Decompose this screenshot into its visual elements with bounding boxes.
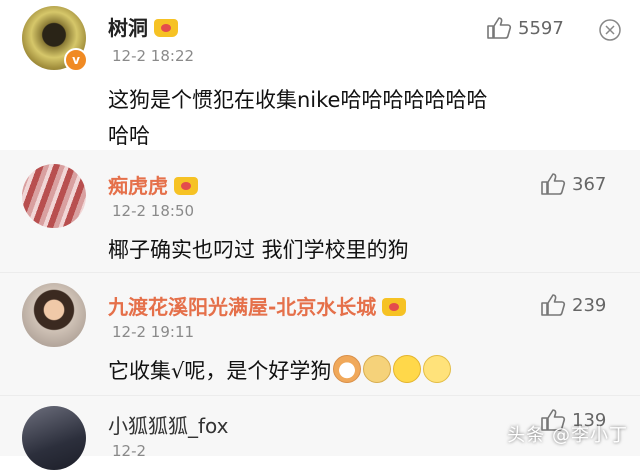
grin-emoji-icon xyxy=(423,355,452,383)
comment-text-content: 它收集√呢，是个好学狗 xyxy=(108,359,332,383)
comment-timestamp: 12-2 18:22 xyxy=(112,47,195,65)
username-text[interactable]: 九渡花溪阳光满屋-北京水长城 xyxy=(108,295,376,319)
doge-emoji-icon xyxy=(363,355,392,383)
like-count: 367 xyxy=(572,173,607,195)
like-button[interactable]: 239 xyxy=(540,293,606,317)
like-count: 5597 xyxy=(518,17,564,39)
comment-text-line: 这狗是个惯犯在收集nike哈哈哈哈哈哈哈 xyxy=(108,88,488,112)
comment-timestamp: 12-2 xyxy=(112,442,147,460)
username-text[interactable]: 树洞 xyxy=(108,16,148,40)
comment-username[interactable]: 痴虎虎 xyxy=(108,170,198,199)
thumb-up-icon xyxy=(541,294,566,316)
laugh-cry-emoji-icon xyxy=(393,355,422,383)
avatar[interactable] xyxy=(22,164,86,228)
comment-username[interactable]: 小狐狐狐_fox xyxy=(108,410,229,439)
thumb-up-icon xyxy=(541,173,566,195)
comment-timestamp: 12-2 18:50 xyxy=(112,202,195,220)
more-menu-icon[interactable] xyxy=(598,18,622,42)
thumb-up-icon xyxy=(487,17,512,39)
comment-text: 椰子确实也叼过 我们学校里的狗 xyxy=(108,238,409,262)
comment-item: v 树洞 12-2 18:22 5597 这狗是个惯犯在收集nike哈哈哈哈哈哈… xyxy=(0,0,640,150)
comment-timestamp: 12-2 19:11 xyxy=(112,323,195,341)
like-count: 239 xyxy=(572,294,607,316)
like-button[interactable]: 367 xyxy=(540,172,606,196)
avatar[interactable] xyxy=(22,283,86,347)
comment-text: 它收集√呢，是个好学狗 xyxy=(108,353,452,389)
avatar[interactable] xyxy=(22,406,86,470)
like-button[interactable]: 5597 xyxy=(486,16,564,40)
vip-crown-icon xyxy=(382,298,407,316)
comment-text: 这狗是个惯犯在收集nike哈哈哈哈哈哈哈 哈哈 xyxy=(108,82,608,154)
vip-crown-icon xyxy=(174,177,198,195)
watermark: 头条 @李小丁 xyxy=(507,425,628,446)
vip-crown-icon xyxy=(154,19,178,37)
verified-badge: v xyxy=(64,48,88,72)
comment-username[interactable]: 树洞 xyxy=(108,12,178,41)
comment-text-line: 哈哈 xyxy=(108,124,150,148)
dog-emoji-icon xyxy=(333,355,362,383)
comment-username[interactable]: 九渡花溪阳光满屋-北京水长城 xyxy=(108,291,407,320)
username-text[interactable]: 痴虎虎 xyxy=(108,174,168,198)
comment-item: 痴虎虎 12-2 18:50 367 椰子确实也叼过 我们学校里的狗 xyxy=(0,150,640,272)
comment-item: 九渡花溪阳光满屋-北京水长城 12-2 19:11 239 它收集√呢，是个好学… xyxy=(0,272,640,396)
